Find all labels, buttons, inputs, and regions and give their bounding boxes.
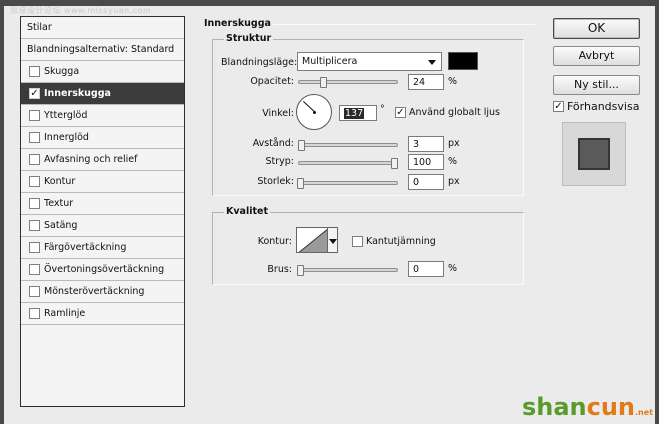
style-item-label: Textur	[44, 198, 74, 209]
choke-label: Stryp:	[265, 156, 294, 167]
style-item-textur[interactable]: Textur	[21, 193, 184, 215]
opacity-input[interactable]: 24	[408, 74, 444, 90]
style-item-innerskugga[interactable]: ✓ Innerskugga	[21, 83, 184, 105]
cancel-button[interactable]: Avbryt	[553, 46, 640, 66]
style-item-label: Kontur	[44, 176, 76, 187]
style-item-label: Ytterglöd	[44, 110, 88, 121]
distance-label: Avstånd:	[252, 138, 294, 149]
style-item-label: Färgövertäckning	[44, 242, 127, 253]
style-item-innerglöd[interactable]: Innerglöd	[21, 127, 184, 149]
distance-slider-thumb[interactable]	[297, 140, 305, 151]
style-item-label: Mönsterövertäckning	[44, 286, 145, 297]
size-label: Storlek:	[257, 176, 294, 187]
style-item-checkbox[interactable]	[29, 242, 40, 253]
choke-slider[interactable]	[298, 161, 398, 165]
noise-slider-thumb[interactable]	[297, 265, 304, 276]
style-item-ytterglöd[interactable]: Ytterglöd	[21, 105, 184, 127]
style-item-label: Skugga	[44, 66, 80, 77]
contour-label: Kontur:	[257, 236, 292, 247]
blend-mode-label: Blandningsläge:	[221, 57, 298, 68]
style-item-label: Övertoningsövertäckning	[44, 264, 165, 275]
size-slider[interactable]	[298, 181, 398, 185]
style-item-checkbox[interactable]	[29, 132, 40, 143]
choke-input[interactable]: 100	[408, 154, 444, 170]
style-item-checkbox[interactable]	[29, 154, 40, 165]
opacity-unit: %	[448, 76, 458, 87]
style-item-checkbox[interactable]	[29, 176, 40, 187]
style-preview-swatch	[578, 138, 610, 170]
angle-dial-center	[313, 111, 316, 114]
size-input[interactable]: 0	[408, 174, 444, 190]
style-item-övertoningsövertäckning[interactable]: Övertoningsövertäckning	[21, 259, 184, 281]
distance-unit: px	[448, 138, 460, 149]
panel-title: Innerskugga	[202, 18, 273, 29]
opacity-slider[interactable]	[298, 80, 398, 84]
new-style-button[interactable]: Ny stil...	[553, 75, 640, 95]
style-item-checkbox[interactable]	[29, 66, 40, 77]
style-item-label: Innerglöd	[44, 132, 89, 143]
style-item-label: Ramlinje	[44, 308, 86, 319]
blend-mode-select[interactable]: Multiplicera	[297, 52, 442, 71]
angle-input[interactable]: 137	[339, 105, 377, 121]
shadow-color-swatch[interactable]	[448, 52, 478, 70]
opacity-label: Opacitet:	[250, 76, 294, 87]
ok-button[interactable]: OK	[553, 18, 640, 39]
global-light-checkbox[interactable]: ✓	[395, 107, 406, 118]
noise-unit: %	[448, 263, 458, 274]
style-item-label: Innerskugga	[44, 88, 111, 99]
style-item-label: Avfasning och relief	[44, 154, 138, 165]
chevron-down-icon	[428, 60, 436, 65]
angle-dial[interactable]	[296, 94, 332, 130]
site-logo: shancun.net	[521, 393, 653, 421]
preview-checkbox[interactable]: ✓	[553, 101, 564, 112]
angle-label: Vinkel:	[262, 108, 294, 119]
style-item-checkbox[interactable]	[29, 220, 40, 231]
choke-unit: %	[448, 156, 458, 167]
watermark-text: 思缘设计论坛 www.missyuan.com	[10, 6, 152, 15]
style-item-färgövertäckning[interactable]: Färgövertäckning	[21, 237, 184, 259]
style-item-checkbox[interactable]	[29, 264, 40, 275]
styles-list: Stilar Blandningsalternativ: Standard Sk…	[20, 16, 185, 407]
noise-label: Brus:	[267, 264, 292, 275]
blending-options-item[interactable]: Blandningsalternativ: Standard	[21, 39, 184, 61]
style-item-checkbox[interactable]	[29, 308, 40, 319]
size-unit: px	[448, 176, 460, 187]
angle-value: 137	[344, 108, 365, 119]
choke-slider-thumb[interactable]	[391, 158, 398, 169]
style-preview	[562, 122, 626, 186]
noise-input[interactable]: 0	[408, 261, 444, 277]
chevron-down-icon	[329, 239, 337, 244]
opacity-slider-thumb[interactable]	[319, 77, 327, 88]
style-item-checkbox[interactable]: ✓	[29, 88, 40, 99]
style-item-checkbox[interactable]	[29, 286, 40, 297]
antialias-checkbox[interactable]	[352, 236, 363, 247]
contour-preview[interactable]	[296, 227, 328, 253]
style-item-skugga[interactable]: Skugga	[21, 61, 184, 83]
angle-unit: °	[380, 104, 385, 115]
structure-title: Struktur	[224, 33, 274, 44]
style-item-checkbox[interactable]	[29, 110, 40, 121]
style-item-mönsterövertäckning[interactable]: Mönsterövertäckning	[21, 281, 184, 303]
distance-input[interactable]: 3	[408, 136, 444, 152]
global-light-label: Använd globalt ljus	[409, 107, 501, 118]
size-slider-thumb[interactable]	[297, 178, 304, 189]
style-item-checkbox[interactable]	[29, 198, 40, 209]
style-item-kontur[interactable]: Kontur	[21, 171, 184, 193]
contour-curve-icon	[298, 228, 327, 252]
style-item-ramlinje[interactable]: Ramlinje	[21, 303, 184, 325]
style-item-satäng[interactable]: Satäng	[21, 215, 184, 237]
blend-mode-value: Multiplicera	[302, 56, 358, 67]
styles-header[interactable]: Stilar	[21, 17, 184, 39]
style-item-label: Satäng	[44, 220, 78, 231]
style-item-avfasning-och-relief[interactable]: Avfasning och relief	[21, 149, 184, 171]
distance-slider[interactable]	[298, 143, 398, 147]
contour-dropdown-button[interactable]	[327, 227, 338, 253]
antialias-label: Kantutjämning	[366, 236, 436, 247]
noise-slider[interactable]	[298, 268, 398, 272]
preview-label: Förhandsvisa	[567, 100, 640, 113]
quality-title: Kvalitet	[224, 206, 271, 217]
